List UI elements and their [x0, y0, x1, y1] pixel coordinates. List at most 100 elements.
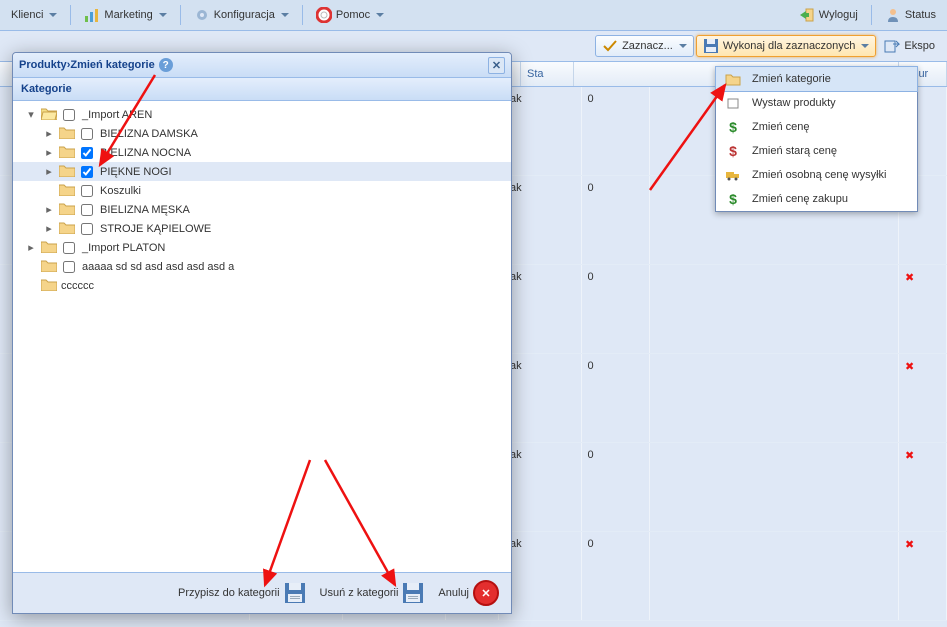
cell-qty: 0	[582, 532, 650, 620]
button-label: Status	[905, 9, 936, 21]
folder-icon	[41, 278, 57, 294]
cell-qty: 0	[582, 265, 650, 353]
tree-label: STROJE KĄPIELOWE	[100, 223, 211, 235]
logout-icon	[799, 7, 815, 23]
dropdown-item[interactable]: Zmień osobną cenę wysyłki	[716, 163, 917, 187]
menu-label: Zmień osobną cenę wysyłki	[752, 169, 887, 181]
folder-icon	[41, 240, 57, 256]
button-label: Ekspo	[904, 40, 935, 52]
zaznacz-button[interactable]: Zaznacz...	[595, 35, 694, 57]
menu-label: Zmień kategorie	[752, 73, 831, 85]
expand-icon[interactable]: ▸	[41, 127, 57, 140]
title-part: Produkty	[19, 59, 67, 71]
dropdown-item[interactable]: $ Zmień cenę zakupu	[716, 187, 917, 211]
eksport-button[interactable]: Ekspo	[878, 36, 941, 56]
menu-icon: $	[722, 191, 744, 207]
delete-icon: ✖	[905, 538, 914, 551]
tree-node[interactable]: ▸BIELIZNA NOCNA	[13, 143, 511, 162]
menu-label: Pomoc	[336, 9, 370, 21]
assign-button[interactable]: Przypisz do kategorii	[174, 579, 310, 607]
button-label: Wyloguj	[819, 9, 858, 21]
main-toolbar: Klienci Marketing Konfiguracja Pomoc Wyl…	[0, 0, 947, 31]
categories-modal: Produkty › Zmień kategorie ? ✕ Kategorie…	[12, 52, 512, 614]
dropdown-item[interactable]: Zmień kategorie	[715, 66, 918, 92]
export-icon	[884, 38, 900, 54]
wykonaj-dropdown: Zmień kategorie Wystaw produkty $ Zmień cen…	[715, 66, 918, 212]
tree-node[interactable]: ▸PIĘKNE NOGI	[13, 162, 511, 181]
folder-icon	[41, 259, 57, 275]
klienci-menu[interactable]: Klienci	[4, 5, 64, 25]
title-part: Zmień kategorie	[70, 59, 154, 71]
tree-label: BIELIZNA DAMSKA	[100, 128, 198, 140]
column-status[interactable]: Sta	[521, 62, 574, 86]
tree-checkbox[interactable]	[81, 147, 93, 159]
delete-button[interactable]: ✖	[899, 354, 947, 442]
modal-footer: Przypisz do kategorii Usuń z kategorii A…	[13, 572, 511, 613]
folder-icon	[59, 126, 75, 142]
delete-button[interactable]: ✖	[899, 265, 947, 353]
close-button[interactable]: ✕	[488, 57, 505, 74]
remove-button[interactable]: Usuń z kategorii	[316, 579, 429, 607]
dropdown-item[interactable]: Wystaw produkty	[716, 91, 917, 115]
menu-icon	[722, 167, 744, 183]
expand-icon[interactable]: ▸	[41, 146, 57, 159]
menu-icon	[722, 95, 744, 111]
button-label: Anuluj	[438, 587, 469, 599]
delete-button[interactable]: ✖	[899, 443, 947, 531]
pomoc-menu[interactable]: Pomoc	[309, 3, 391, 27]
expand-icon[interactable]: ▸	[23, 241, 39, 254]
modal-titlebar[interactable]: Produkty › Zmień kategorie ? ✕	[13, 53, 511, 78]
tree-node[interactable]: cccccc	[13, 276, 511, 295]
separator	[70, 5, 71, 25]
menu-label: Zmień starą cenę	[752, 145, 837, 157]
expand-icon[interactable]: ▸	[41, 165, 57, 178]
folder-icon	[59, 164, 75, 180]
floppy-icon	[284, 582, 306, 604]
person-icon	[885, 7, 901, 23]
expand-icon[interactable]: ▸	[41, 222, 57, 235]
delete-button[interactable]: ✖	[899, 532, 947, 620]
expand-icon[interactable]: ▸	[41, 203, 57, 216]
tree-node[interactable]: ▸BIELIZNA MĘSKA	[13, 200, 511, 219]
tree-node[interactable]: ▸ _Import PLATON	[13, 238, 511, 257]
wykonaj-button[interactable]: Wykonaj dla zaznaczonych	[696, 35, 877, 57]
tree-checkbox[interactable]	[63, 261, 75, 273]
panel-header: Kategorie	[13, 78, 511, 101]
tree-checkbox[interactable]	[81, 185, 93, 197]
wyloguj-button[interactable]: Wyloguj	[792, 3, 865, 27]
tree-checkbox[interactable]	[81, 223, 93, 235]
tree-node[interactable]: aaaaa sd sd asd asd asd asd a	[13, 257, 511, 276]
floppy-icon	[402, 582, 424, 604]
separator	[871, 5, 872, 25]
delete-icon: ✖	[905, 271, 914, 284]
tree-checkbox[interactable]	[81, 128, 93, 140]
expand-icon[interactable]: ▾	[23, 108, 39, 121]
tree-node[interactable]: ▸ BIELIZNA DAMSKA	[13, 124, 511, 143]
tree-checkbox[interactable]	[63, 109, 75, 121]
menu-label: Zmień cenę	[752, 121, 809, 133]
tree-checkbox[interactable]	[63, 242, 75, 254]
dropdown-item[interactable]: $Zmień starą cenę	[716, 139, 917, 163]
tree-label: cccccc	[61, 280, 94, 292]
tree-checkbox[interactable]	[81, 204, 93, 216]
tree-node[interactable]: ▾ _Import AREN	[13, 105, 511, 124]
cell-qty: 0	[582, 176, 650, 264]
cancel-button[interactable]: Anuluj ✕	[434, 577, 503, 609]
dropdown-item[interactable]: $ Zmień cenę	[716, 115, 917, 139]
button-label: Wykonaj dla zaznaczonych	[723, 40, 856, 52]
help-icon[interactable]: ?	[159, 58, 173, 72]
button-label: Zaznacz...	[622, 40, 673, 52]
tree-node[interactable]: ▸ STROJE KĄPIELOWE	[13, 219, 511, 238]
marketing-menu[interactable]: Marketing	[77, 3, 173, 27]
lifebuoy-icon	[316, 7, 332, 23]
folder-icon	[59, 145, 75, 161]
tree-node[interactable]: Koszulki	[13, 181, 511, 200]
tree-checkbox[interactable]	[81, 166, 93, 178]
menu-label: Zmień cenę zakupu	[752, 193, 848, 205]
tree-label: _Import PLATON	[82, 242, 165, 254]
status-button[interactable]: Status	[878, 3, 943, 27]
konfiguracja-menu[interactable]: Konfiguracja	[187, 3, 296, 27]
tree-label: _Import AREN	[82, 109, 152, 121]
delete-icon: ✖	[905, 360, 914, 373]
menu-icon: $	[722, 119, 744, 135]
